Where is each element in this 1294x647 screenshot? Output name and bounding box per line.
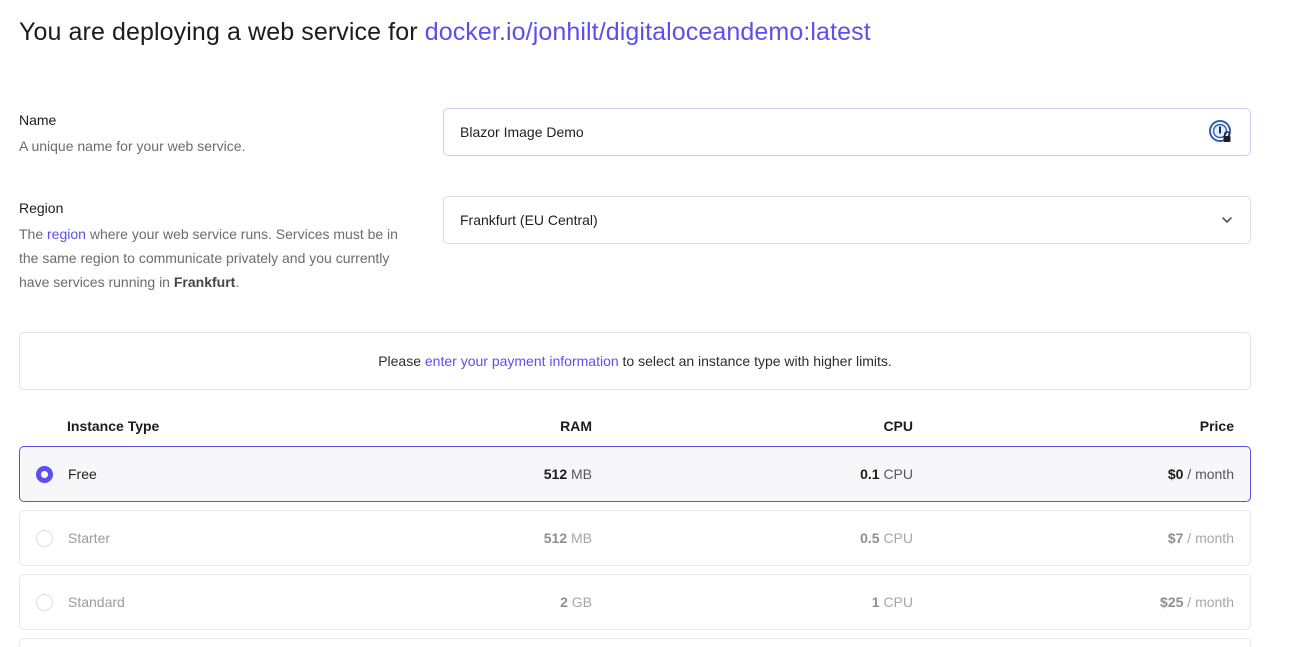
page-heading: You are deploying a web service for dock… <box>19 18 871 47</box>
ram-unit: MB <box>571 530 592 546</box>
price-cell: $7 / month <box>1168 530 1234 546</box>
price-unit: / month <box>1187 466 1234 482</box>
header-instance-type: Instance Type <box>67 418 160 434</box>
header-ram: RAM <box>560 418 592 434</box>
region-select-value[interactable]: Frankfurt (EU Central) <box>460 212 1220 228</box>
cpu-unit: CPU <box>883 466 913 482</box>
instance-name: Free <box>68 466 97 482</box>
region-label-block: Region The region where your web service… <box>19 200 414 294</box>
cpu-value: 1 <box>871 594 880 610</box>
cpu-cell: 0.5 CPU <box>860 530 913 546</box>
radio-free[interactable] <box>36 466 53 483</box>
ram-value: 512 <box>543 530 568 546</box>
radio-starter[interactable] <box>36 530 53 547</box>
service-name-input[interactable]: Blazor Image Demo <box>443 108 1251 156</box>
notice-text-after: to select an instance type with higher l… <box>622 353 892 369</box>
ram-cell: 512 MB <box>544 530 592 546</box>
ram-unit: GB <box>571 594 592 610</box>
region-select[interactable]: Frankfurt (EU Central) <box>443 196 1251 244</box>
price-value: $7 <box>1167 530 1184 546</box>
ram-value: 2 <box>560 594 568 610</box>
notice-text-before: Please <box>378 353 421 369</box>
name-label-block: Name A unique name for your web service. <box>19 112 414 158</box>
ram-cell: 2 GB <box>560 594 592 610</box>
chevron-down-icon[interactable] <box>1220 213 1234 227</box>
payment-info-link[interactable]: enter your payment information <box>425 353 619 369</box>
price-value: $0 <box>1167 466 1184 482</box>
instance-row-next-partial[interactable] <box>19 638 1251 647</box>
instance-name: Standard <box>68 594 125 610</box>
ram-unit: MB <box>571 466 592 482</box>
cpu-unit: CPU <box>883 594 913 610</box>
region-docs-link[interactable]: region <box>47 226 86 242</box>
region-description: The region where your web service runs. … <box>19 222 414 294</box>
price-unit: / month <box>1187 530 1234 546</box>
region-desc-text: The <box>19 226 48 242</box>
cpu-unit: CPU <box>883 530 913 546</box>
password-manager-icon[interactable] <box>1208 119 1234 145</box>
name-description: A unique name for your web service. <box>19 138 246 154</box>
instance-row-starter[interactable]: Starter 512 MB 0.5 CPU $7 / month <box>19 510 1251 566</box>
region-label: Region <box>19 200 64 216</box>
instance-name: Starter <box>68 530 111 546</box>
ram-value: 512 <box>543 466 568 482</box>
docker-image-link[interactable]: docker.io/jonhilt/digitaloceandemo:lates… <box>425 18 871 46</box>
cpu-value: 0.1 <box>860 466 880 482</box>
region-current-bold: Frankfurt <box>173 274 236 290</box>
cpu-cell: 0.1 CPU <box>860 466 913 482</box>
radio-standard[interactable] <box>36 594 53 611</box>
cpu-value: 0.5 <box>860 530 880 546</box>
region-desc-end: . <box>235 274 240 290</box>
price-unit: / month <box>1187 594 1234 610</box>
payment-notice: Please enter your payment information to… <box>19 332 1251 390</box>
header-price: Price <box>1199 418 1234 434</box>
price-value: $25 <box>1160 594 1184 610</box>
heading-prefix: You are deploying a web service for <box>19 18 425 46</box>
header-cpu: CPU <box>883 418 913 434</box>
cpu-cell: 1 CPU <box>872 594 913 610</box>
price-cell: $25 / month <box>1160 594 1234 610</box>
ram-cell: 512 MB <box>544 466 592 482</box>
name-label: Name <box>19 112 57 128</box>
service-name-value[interactable]: Blazor Image Demo <box>460 124 1208 140</box>
instance-row-standard[interactable]: Standard 2 GB 1 CPU $25 / month <box>19 574 1251 630</box>
instance-row-free[interactable]: Free 512 MB 0.1 CPU $0 / month <box>19 446 1251 502</box>
price-cell: $0 / month <box>1168 466 1234 482</box>
